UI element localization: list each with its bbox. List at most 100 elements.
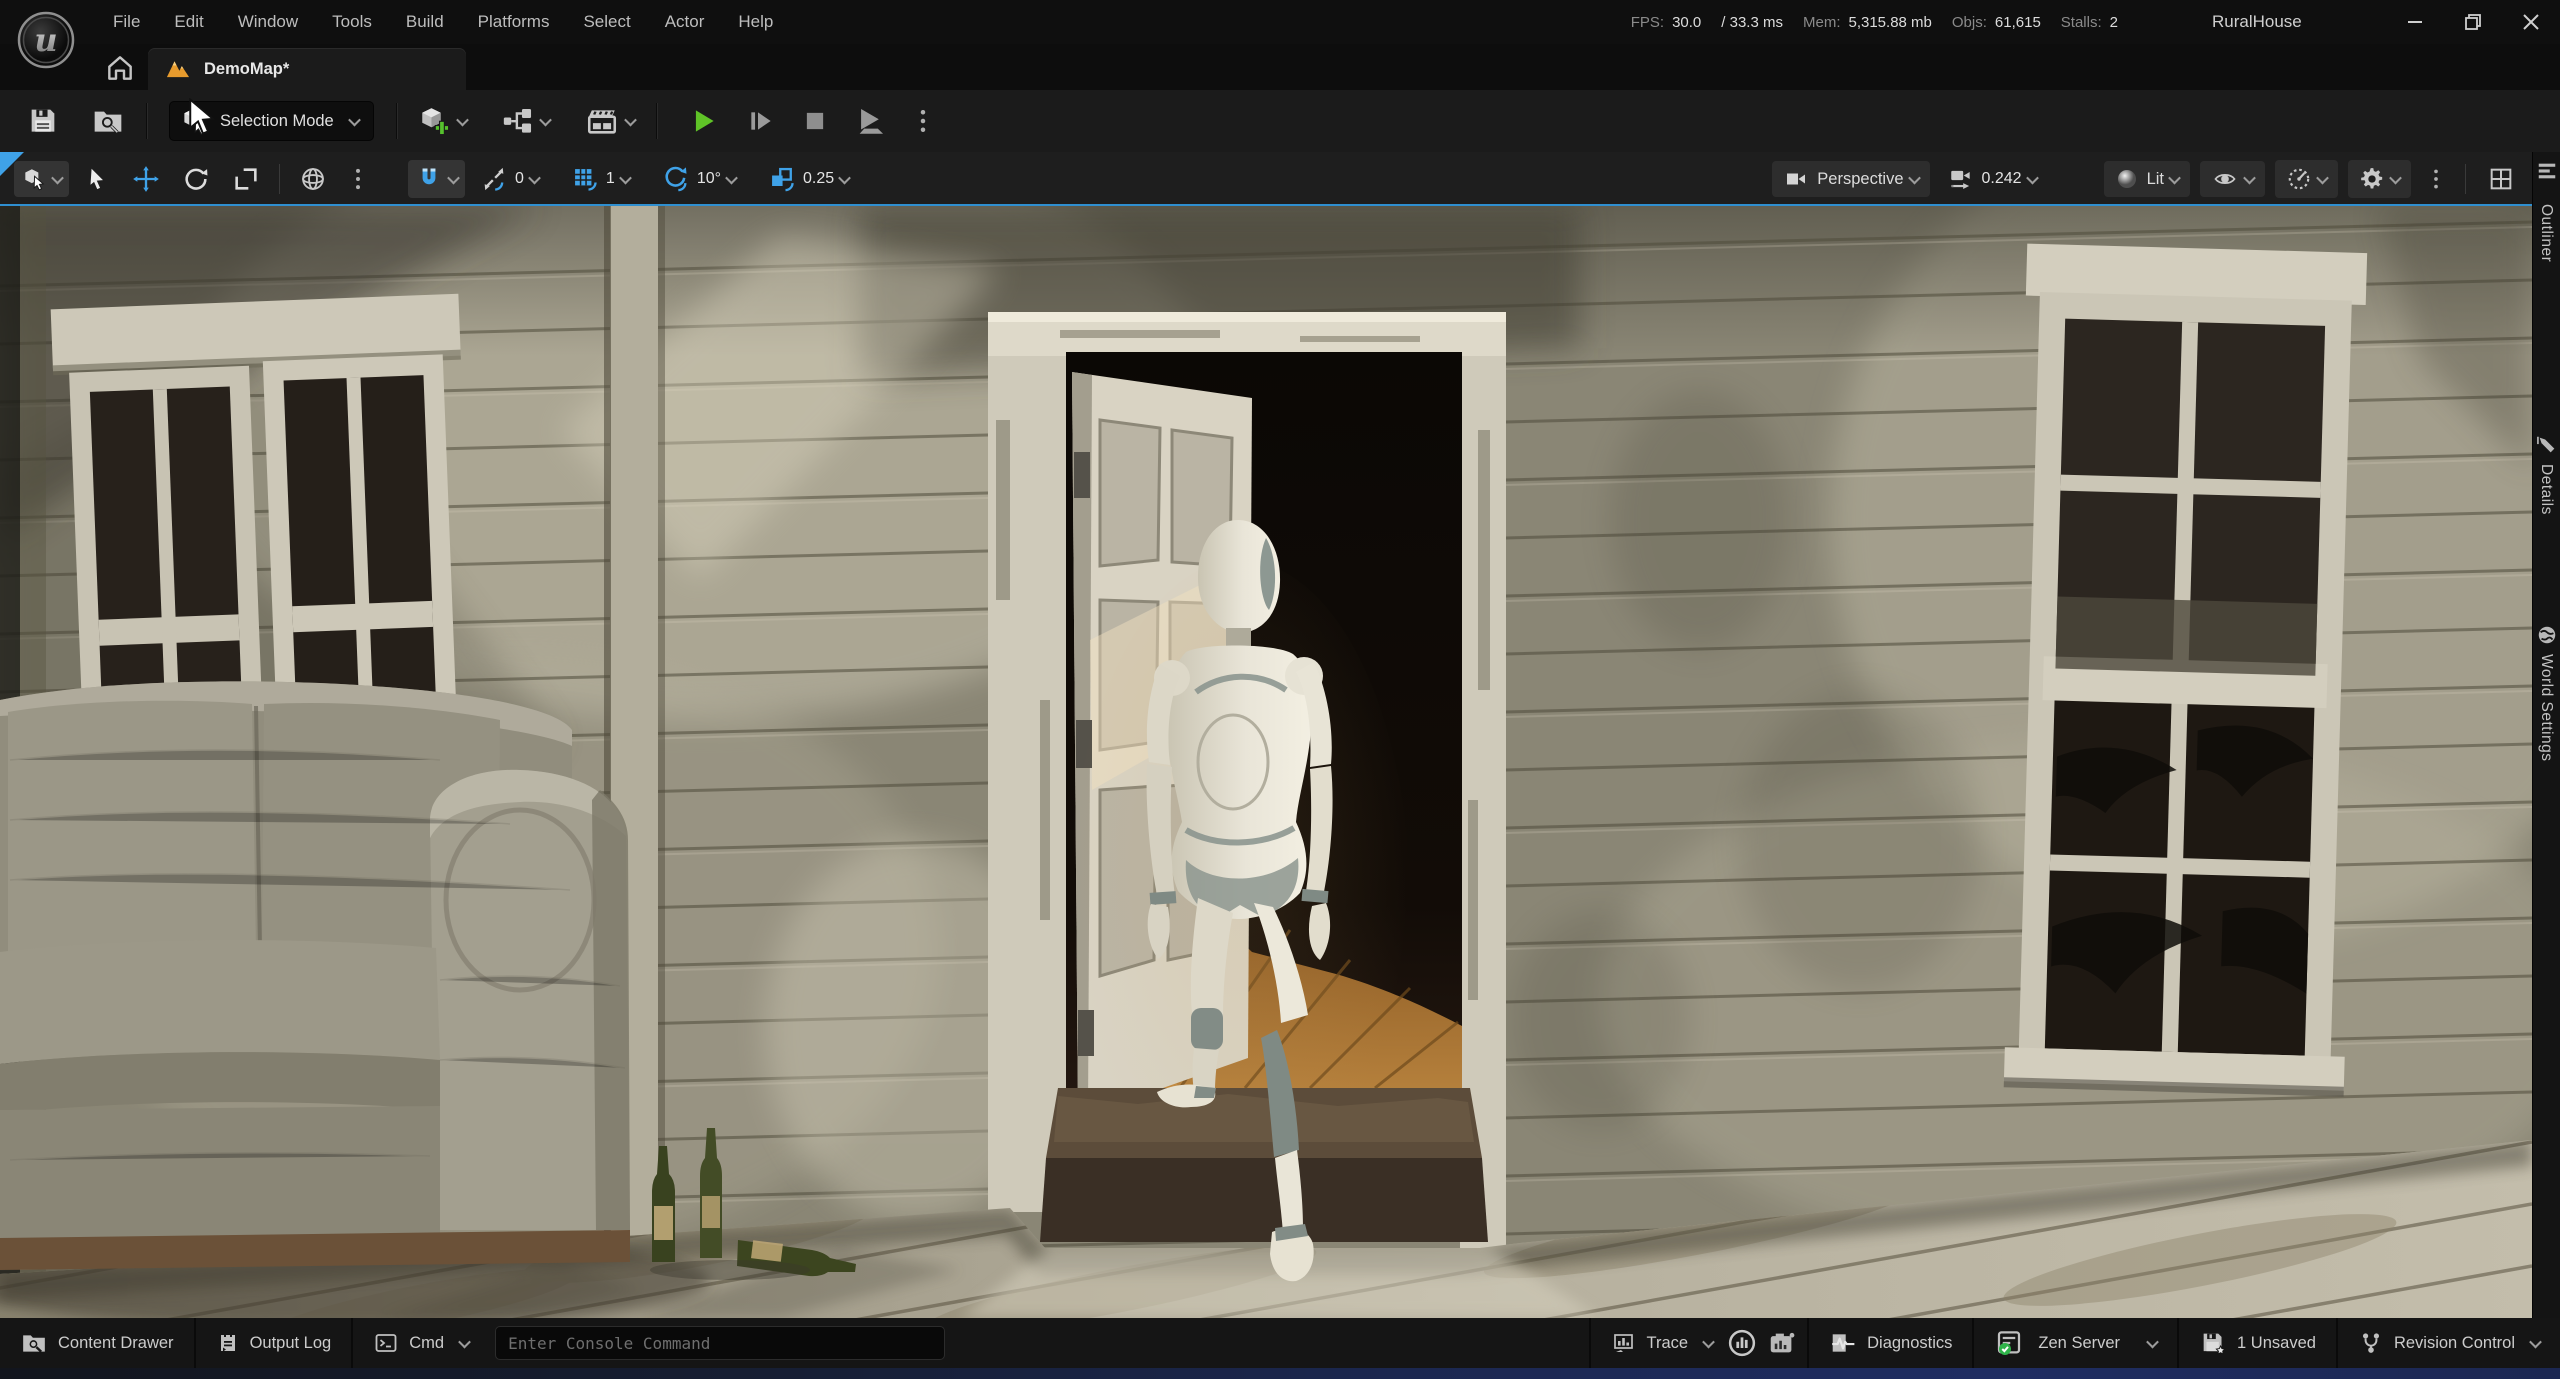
cmd-label: Cmd — [409, 1334, 444, 1353]
cinematics-button[interactable] — [575, 99, 644, 143]
view-mode-label: Lit — [2147, 170, 2164, 189]
move-tool-button[interactable] — [125, 160, 167, 198]
right-panel-strip: Outliner Details World Settings — [2532, 152, 2560, 1318]
mouse-cursor — [186, 98, 220, 138]
add-actor-button[interactable] — [409, 99, 476, 143]
scale-tool-button[interactable] — [225, 160, 267, 198]
output-log-button[interactable]: Output Log — [196, 1318, 352, 1368]
stalls-value: 2 — [2110, 14, 2118, 31]
viewport-scene[interactable] — [0, 206, 2532, 1318]
view-mode-dropdown[interactable]: Lit — [2104, 161, 2190, 197]
unreal-engine-logo-icon[interactable]: u — [16, 10, 76, 70]
camera-speed-control[interactable]: 0.242 — [1940, 161, 2044, 197]
rotate-tool-button[interactable] — [175, 160, 217, 198]
chevron-down-icon — [2389, 171, 2402, 184]
stop-button[interactable] — [791, 101, 839, 141]
zen-server-dropdown[interactable]: Zen Server — [1974, 1318, 2177, 1368]
surface-snap-offset-control[interactable]: 0 — [473, 160, 546, 198]
fps-value: 30.0 — [1672, 14, 1701, 31]
surface-snapping-dropdown[interactable] — [408, 160, 465, 198]
chevron-down-icon — [458, 1335, 471, 1348]
select-tool-button[interactable] — [77, 160, 117, 198]
camera-speed-icon — [1947, 166, 1975, 192]
tab-outliner[interactable]: Outliner — [2537, 204, 2555, 262]
viewport-settings-dropdown[interactable] — [2348, 160, 2411, 198]
content-drawer-icon — [20, 1330, 48, 1356]
play-button[interactable] — [677, 99, 729, 143]
menu-item-select[interactable]: Select — [566, 12, 647, 32]
unsaved-label: 1 Unsaved — [2237, 1334, 2316, 1353]
content-browser-button[interactable] — [82, 100, 134, 142]
scale-snap-control[interactable]: 0.25 — [761, 160, 856, 198]
sidebar-toggle-icon[interactable] — [2536, 160, 2558, 182]
diagnostics-button[interactable]: Diagnostics — [1809, 1318, 1972, 1368]
insights-button[interactable] — [1721, 1318, 1763, 1368]
asset-tab-bar: DemoMap* — [0, 44, 2560, 90]
menu-item-platforms[interactable]: Platforms — [461, 12, 567, 32]
viewport-tools-ellipsis-icon[interactable] — [342, 160, 374, 198]
console-command-input[interactable] — [495, 1326, 945, 1360]
menu-item-edit[interactable]: Edit — [157, 12, 220, 32]
menu-item-actor[interactable]: Actor — [648, 12, 722, 32]
menu-item-help[interactable]: Help — [721, 12, 790, 32]
show-flags-dropdown[interactable] — [2200, 161, 2265, 197]
grid-snap-control[interactable]: 1 — [564, 160, 637, 198]
viewport-selection-mode-dropdown[interactable] — [14, 161, 69, 197]
main-toolbar: Selection Mode — [0, 90, 2560, 152]
quad-view-icon — [2487, 165, 2515, 193]
frame-skip-button[interactable] — [735, 100, 785, 142]
tab-demomap[interactable]: DemoMap* — [148, 48, 466, 90]
viewport-toolbar-left: 0 1 10° 0.25 — [14, 152, 856, 206]
lit-sphere-icon — [2115, 167, 2139, 191]
menu-bar: File Edit Window Tools Build Platforms S… — [96, 0, 790, 44]
camera-icon — [1783, 167, 1809, 191]
cmd-dropdown[interactable]: Cmd — [353, 1318, 489, 1368]
gear-icon — [2359, 166, 2385, 192]
trace-dropdown[interactable]: Trace — [1591, 1318, 1722, 1368]
frame-ms-value: / 33.3 ms — [1721, 14, 1783, 31]
diagnostics-heartbeat-icon — [1829, 1330, 1857, 1356]
menu-item-file[interactable]: File — [96, 12, 157, 32]
tab-details[interactable]: Details — [2537, 464, 2555, 515]
perspective-dropdown[interactable]: Perspective — [1772, 161, 1929, 197]
unsaved-button[interactable]: 1 Unsaved — [2179, 1318, 2336, 1368]
viewport-options-ellipsis-icon[interactable] — [2421, 161, 2451, 197]
content-drawer-button[interactable]: Content Drawer — [0, 1318, 194, 1368]
mem-value: 5,315.88 mb — [1848, 14, 1931, 31]
chevron-down-icon — [2026, 171, 2039, 184]
chevron-down-icon — [619, 171, 632, 184]
menu-item-tools[interactable]: Tools — [315, 12, 389, 32]
zen-server-label: Zen Server — [2038, 1334, 2120, 1353]
minimize-button[interactable] — [2398, 5, 2432, 39]
revision-control-dropdown[interactable]: Revision Control — [2338, 1318, 2560, 1368]
stalls-label: Stalls: — [2061, 14, 2102, 31]
home-icon[interactable] — [104, 52, 136, 84]
restore-button[interactable] — [2456, 5, 2490, 39]
details-pencil-icon[interactable] — [2536, 434, 2558, 456]
play-controls — [677, 99, 943, 143]
viewport-toolbar: 0 1 10° 0.25 — [0, 152, 2532, 206]
close-button[interactable] — [2514, 5, 2548, 39]
trace-snapshot-button[interactable] — [1763, 1318, 1807, 1368]
chevron-down-icon — [2529, 1335, 2542, 1348]
viewport-performance-dropdown[interactable] — [2275, 160, 2338, 198]
viewport-layout-button[interactable] — [2480, 160, 2522, 198]
trace-snapshot-camera-icon — [1767, 1328, 1797, 1358]
performance-stats: FPS: 30.0 / 33.3 ms Mem: 5,315.88 mb Obj… — [1631, 0, 2130, 44]
objs-label: Objs: — [1952, 14, 1987, 31]
launch-button[interactable] — [845, 99, 897, 143]
content-drawer-label: Content Drawer — [58, 1334, 174, 1353]
rotation-snap-control[interactable]: 10° — [655, 160, 743, 198]
world-coordinate-globe-icon[interactable] — [292, 160, 334, 198]
tab-world-settings[interactable]: World Settings — [2537, 654, 2555, 762]
world-settings-globe-icon[interactable] — [2536, 624, 2558, 646]
play-options-ellipsis-icon[interactable] — [903, 101, 943, 141]
grid-snap-value: 1 — [606, 170, 615, 188]
output-log-icon — [216, 1330, 240, 1356]
right-window-actor[interactable] — [2004, 244, 2367, 1097]
menu-item-window[interactable]: Window — [221, 12, 315, 32]
save-button[interactable] — [18, 100, 68, 142]
couch-actor[interactable] — [0, 681, 630, 1270]
blueprints-button[interactable] — [492, 99, 559, 143]
menu-item-build[interactable]: Build — [389, 12, 461, 32]
